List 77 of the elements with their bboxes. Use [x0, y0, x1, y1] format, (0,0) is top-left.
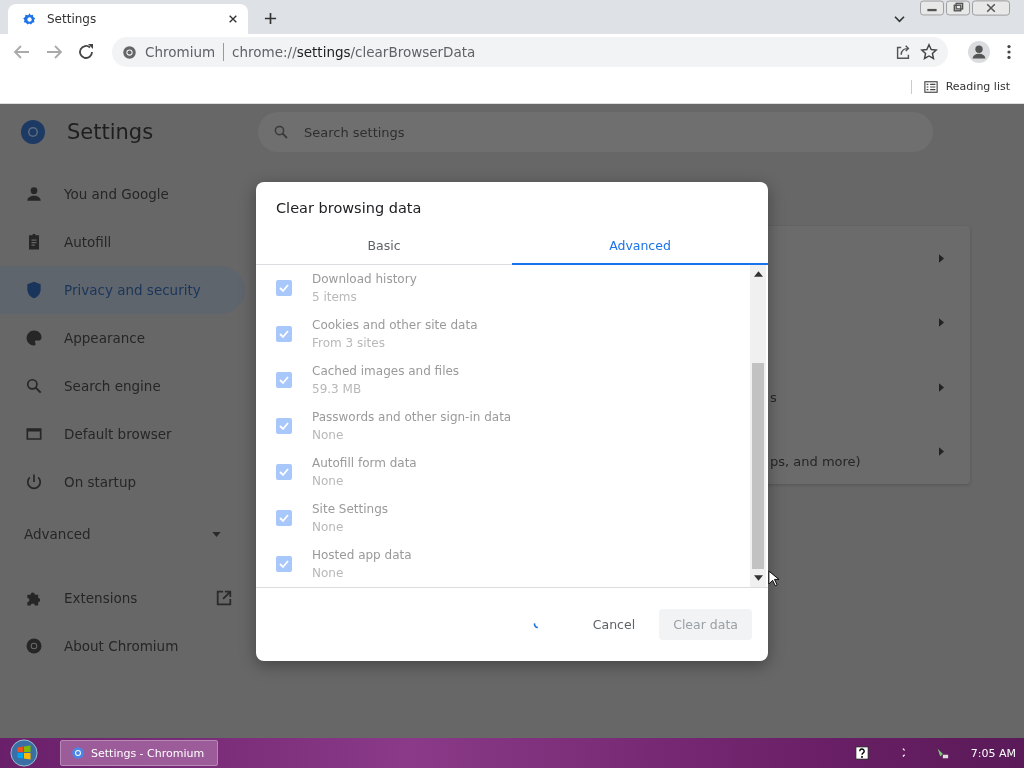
power-icon: [24, 472, 44, 492]
close-icon[interactable]: [228, 14, 238, 24]
search-icon: [272, 123, 290, 141]
close-window-button[interactable]: [972, 0, 1010, 16]
nav-item[interactable]: On startup: [0, 458, 245, 506]
arrow-right-icon[interactable]: [939, 382, 944, 392]
item-detail: None: [312, 566, 345, 580]
nav-item[interactable]: Autofill: [0, 218, 245, 266]
arrow-right-icon[interactable]: [939, 318, 944, 328]
list-icon: [923, 79, 938, 94]
browser-tab[interactable]: Settings: [8, 4, 248, 34]
taskbar-button[interactable]: Settings - Chromium: [60, 740, 218, 766]
person-icon: [24, 184, 44, 204]
item-title: Cached images and files: [312, 364, 460, 378]
item-detail: 5 items: [312, 290, 358, 304]
item-title: Hosted app data: [312, 548, 412, 562]
shield-icon: [24, 280, 44, 300]
profile-avatar-icon[interactable]: [968, 41, 990, 63]
nav-item[interactable]: You and Google: [0, 170, 245, 218]
item-detail: From 3 sites: [312, 336, 386, 350]
arrow-right-icon[interactable]: [939, 447, 944, 457]
row-text: ps, and more): [770, 454, 861, 470]
tab[interactable]: Advanced: [512, 230, 768, 265]
item-detail: 59.3 MB: [312, 382, 363, 396]
item-title: Autofill form data: [312, 456, 417, 470]
page-title: Settings: [67, 120, 155, 144]
menu-icon[interactable]: [1006, 43, 1012, 61]
checkmark-icon: [278, 512, 290, 524]
checkmark-icon: [278, 328, 290, 340]
reload-icon[interactable]: [76, 42, 96, 62]
chromium-logo-icon: [122, 44, 137, 60]
clock: 7:05 AM: [970, 746, 1016, 760]
row-text: s: [770, 389, 777, 405]
arrow-right-icon[interactable]: [939, 253, 944, 263]
item-title: Site Settings: [312, 502, 389, 516]
nav-item[interactable]: Default browser: [0, 410, 245, 458]
item-detail: None: [312, 520, 345, 534]
help-icon[interactable]: [854, 746, 869, 760]
chromium-logo-icon: [21, 120, 45, 144]
palette-icon: [24, 328, 44, 348]
chevron-down-icon[interactable]: [893, 15, 906, 24]
share-icon[interactable]: [894, 43, 912, 61]
nav-item[interactable]: Extensions: [0, 574, 245, 622]
search-icon: [24, 376, 44, 396]
maximize-button[interactable]: [946, 0, 970, 16]
item-title: Passwords and other sign-in data: [312, 410, 512, 424]
checkmark-icon: [278, 374, 290, 386]
chromium-logo-icon: [71, 746, 85, 760]
nav-item[interactable]: Privacy and security: [0, 266, 245, 314]
checkmark-icon: [278, 282, 290, 294]
item-title: Download history: [312, 272, 417, 286]
search-field[interactable]: Search settings: [258, 112, 933, 152]
item-detail: None: [312, 474, 345, 488]
scroll-down-icon[interactable]: [753, 575, 763, 581]
nav-item[interactable]: Search engine: [0, 362, 245, 410]
tab[interactable]: Basic: [256, 230, 512, 265]
dialog-title: Clear browsing data: [275, 199, 423, 218]
scroll-up-icon[interactable]: [753, 271, 763, 277]
star-icon[interactable]: [920, 43, 938, 61]
scrollbar-thumb[interactable]: [752, 363, 764, 569]
new-tab-icon[interactable]: [264, 12, 277, 25]
chromium-icon: [24, 636, 44, 656]
advanced-section-toggle[interactable]: Advanced: [0, 510, 245, 558]
nav-item[interactable]: Appearance: [0, 314, 245, 362]
item-title: Cookies and other site data: [312, 318, 478, 332]
start-button[interactable]: [10, 739, 38, 767]
gear-icon: [22, 11, 37, 27]
reading-list-button[interactable]: Reading list: [910, 79, 1010, 94]
checkmark-icon: [278, 466, 290, 478]
scrollbar[interactable]: [750, 265, 766, 587]
nav-item[interactable]: About Chromium: [0, 622, 245, 670]
checkmark-icon: [278, 420, 290, 432]
minimize-button[interactable]: [920, 0, 944, 16]
caret-icon: [212, 531, 221, 537]
address-bar[interactable]: Chromium chrome://settings/clearBrowserData: [112, 37, 948, 67]
checkmark-icon: [278, 558, 290, 570]
item-detail: None: [312, 428, 345, 442]
